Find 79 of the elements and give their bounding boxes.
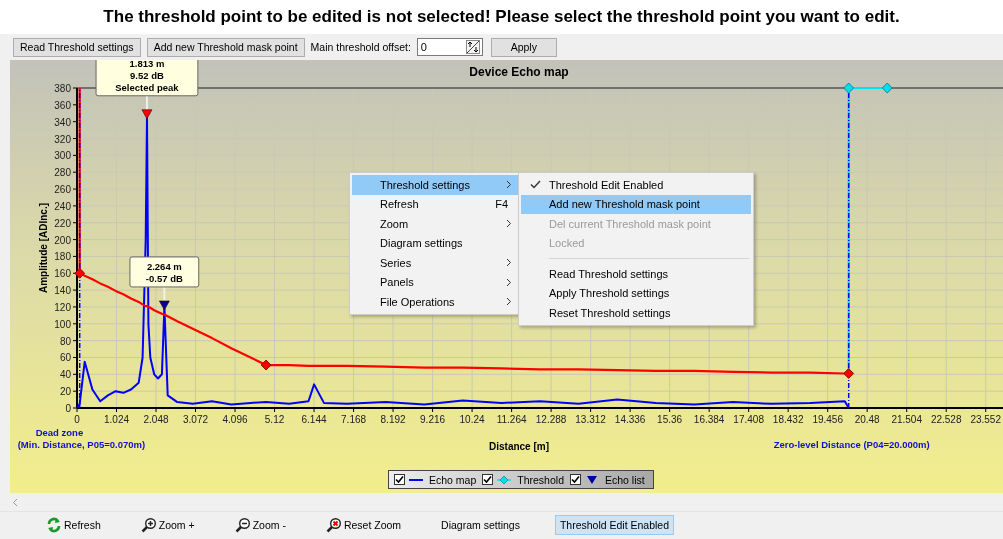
x-tick-label: 1.024: [104, 414, 129, 425]
y-tick-label: 360: [54, 99, 71, 111]
menu-item[interactable]: Apply Threshold settings: [521, 283, 751, 303]
x-tick-label: 4.096: [222, 414, 248, 425]
dead-zone-label: Dead zone: [35, 427, 84, 438]
x-tick-label: 15.36: [657, 414, 683, 425]
menu-item[interactable]: Refresh F4: [352, 194, 520, 214]
peak-callout: 2.264 m -0.57 dB: [129, 256, 200, 288]
x-tick-label: 20.48: [854, 414, 880, 425]
y-tick-label: 40: [59, 369, 71, 381]
x-tick-label: 5.12: [264, 414, 285, 425]
peak-callout: 1.813 m 9.52 dB Selected peak: [95, 60, 199, 97]
menu-item[interactable]: Read Threshold settings: [521, 264, 751, 284]
legend-label: Threshold: [517, 473, 564, 486]
menu-item[interactable]: Diagram settings: [352, 233, 520, 253]
x-tick-label: 7.168: [341, 414, 367, 425]
x-tick-label: 8.192: [380, 414, 406, 425]
toolbar-button[interactable]: Refresh: [41, 515, 106, 535]
y-tick-label: 180: [54, 251, 71, 263]
y-tick-label: 340: [54, 116, 71, 128]
y-tick-label: 60: [59, 352, 71, 364]
y-tick-label: 280: [54, 167, 71, 179]
x-axis-title: Distance [m]: [489, 441, 549, 452]
toolbar-button[interactable]: Zoom +: [135, 515, 200, 535]
apply-button[interactable]: Apply: [490, 37, 557, 57]
y-tick-label: 320: [54, 133, 71, 145]
x-tick-label: 13.312: [575, 414, 606, 425]
toolbar-button[interactable]: Read Threshold settings: [13, 37, 141, 57]
toolbar-button[interactable]: Add new Threshold mask point: [146, 37, 305, 57]
zero-level-label: Zero-level Distance (P04=20.000m): [773, 439, 930, 450]
y-tick-label: 20: [59, 386, 71, 398]
y-tick-label: 380: [54, 83, 71, 94]
shortcut-label: F4: [495, 198, 508, 211]
x-tick-label: 16.384: [693, 414, 725, 425]
x-tick-label: 18.432: [772, 414, 804, 425]
x-tick-label: 21.504: [891, 414, 922, 425]
y-tick-label: 160: [54, 268, 71, 280]
offset-label: Main threshold offset:: [310, 41, 411, 53]
x-tick-label: 10.24: [459, 414, 485, 425]
y-tick-label: 260: [54, 184, 71, 196]
x-tick-label: 9.216: [420, 414, 446, 425]
y-tick-label: 140: [54, 285, 71, 297]
x-tick-label: 2.048: [143, 414, 169, 425]
x-tick-label: 23.552: [970, 414, 1001, 425]
legend-label: Echo map: [429, 473, 477, 486]
menu-item[interactable]: Zoom: [352, 214, 520, 234]
x-tick-label: 19.456: [812, 414, 843, 425]
y-tick-label: 0: [65, 403, 71, 414]
menu-item[interactable]: File Operations: [352, 292, 520, 312]
menu-item[interactable]: Threshold Edit Enabled: [521, 175, 751, 195]
y-tick-label: 220: [54, 217, 71, 229]
menu-item[interactable]: Reset Threshold settings: [521, 303, 751, 323]
y-tick-label: 80: [59, 335, 71, 347]
y-tick-label: 300: [54, 150, 71, 162]
x-tick-label: 14.336: [614, 414, 646, 425]
warning-message: The threshold point to be edited is not selected! Please select the threshold point you want to edit.: [0, 0, 1003, 34]
toolbar-button[interactable]: Zoom -: [229, 515, 291, 535]
x-tick-label: 11.264: [496, 414, 527, 425]
x-tick-label: 17.408: [733, 414, 764, 425]
x-tick-label: 6.144: [301, 414, 327, 425]
y-axis-title: Amplitude [ADInc.]: [38, 203, 49, 293]
dead-zone-label: (Min. Distance, P05=0.070m): [17, 439, 146, 450]
x-tick-label: 0: [74, 414, 80, 425]
menu-item[interactable]: Add new Threshold mask point: [521, 194, 751, 214]
y-tick-label: 200: [54, 234, 71, 246]
y-tick-label: 120: [54, 301, 71, 313]
x-tick-label: 22.528: [930, 414, 962, 425]
menu-item[interactable]: Panels: [352, 272, 520, 292]
toolbar-button[interactable]: Reset Zoom: [320, 515, 407, 535]
x-tick-label: 3.072: [183, 414, 209, 425]
x-tick-label: 12.288: [535, 414, 567, 425]
legend-label: Echo list: [605, 473, 645, 486]
toolbar-button[interactable]: Threshold Edit Enabled: [554, 515, 675, 535]
chart-title: Device Echo map: [469, 65, 569, 79]
menu-item[interactable]: Threshold settings: [352, 175, 520, 195]
menu-item[interactable]: Series: [352, 253, 520, 273]
y-tick-label: 240: [54, 200, 71, 212]
toolbar-button[interactable]: Diagram settings: [436, 515, 525, 535]
y-tick-label: 100: [54, 318, 71, 330]
